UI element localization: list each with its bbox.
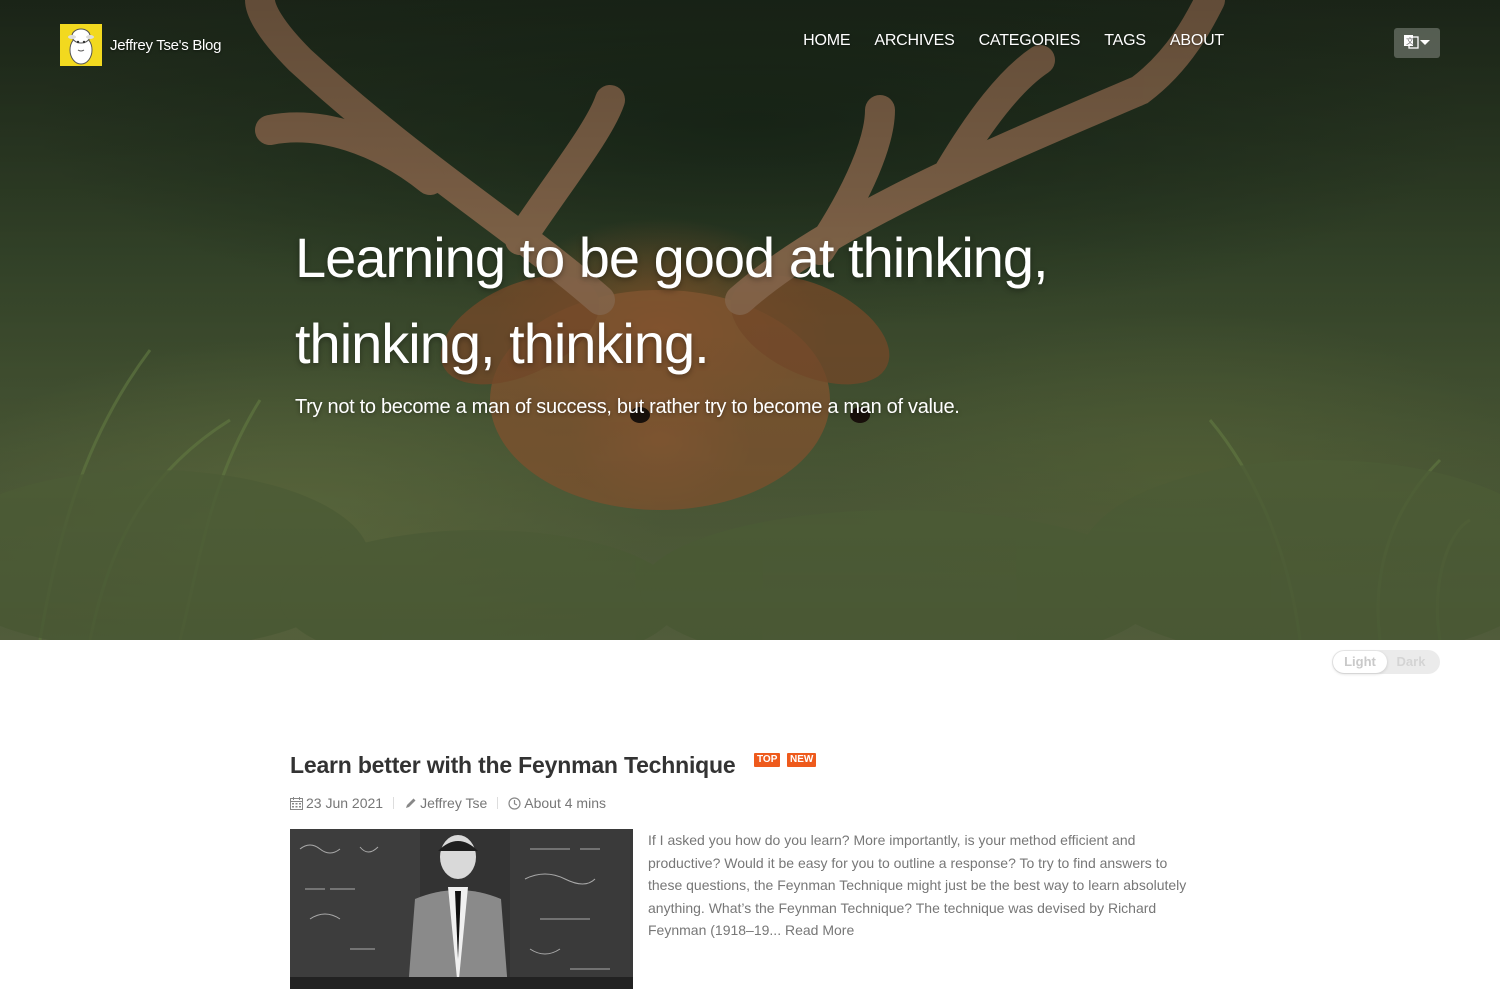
- post-excerpt-text: If I asked you how do you learn? More im…: [648, 832, 1187, 939]
- chevron-down-icon: [1419, 34, 1431, 52]
- sheep-logo-icon: [60, 24, 102, 66]
- pencil-icon: [406, 798, 416, 808]
- post-title-link[interactable]: Learn better with the Feynman Technique: [290, 752, 736, 779]
- post-date-text: 23 Jun 2021: [306, 795, 384, 811]
- language-dropdown-button[interactable]: 文: [1394, 28, 1440, 58]
- nav-home-link[interactable]: HOME: [803, 32, 850, 50]
- hero-title: Learning to be good at thinking, thinkin…: [295, 226, 1049, 375]
- clock-icon: [508, 796, 521, 810]
- brand-name: Jeffrey Tse's Blog: [110, 36, 222, 54]
- hero-subtitle: Try not to become a man of success, but …: [295, 396, 960, 418]
- meta-divider: [497, 797, 499, 809]
- post-thumbnail-image[interactable]: [290, 829, 633, 989]
- new-badge: NEW: [787, 753, 817, 767]
- read-more-link[interactable]: Read More: [785, 922, 854, 938]
- post-read-time-text: About 4 mins: [524, 795, 606, 811]
- theme-light-option[interactable]: Light: [1333, 651, 1387, 673]
- post-author: Jeffrey Tse: [404, 795, 487, 811]
- theme-dark-option[interactable]: Dark: [1384, 650, 1438, 674]
- top-badge: TOP: [754, 753, 781, 767]
- post-read-time: About 4 mins: [508, 795, 606, 811]
- meta-divider: [393, 797, 395, 809]
- top-navbar: Jeffrey Tse's Blog HOME ARCHIVES CATEGOR…: [0, 0, 1500, 88]
- nav-archives-link[interactable]: ARCHIVES: [874, 32, 954, 50]
- translate-icon: 文: [1403, 33, 1419, 54]
- brand-link[interactable]: Jeffrey Tse's Blog: [60, 24, 221, 66]
- nav-tags-link[interactable]: TAGS: [1104, 32, 1146, 50]
- post-date: 23 Jun 2021: [290, 795, 383, 811]
- nav-about-link[interactable]: ABOUT: [1170, 32, 1224, 50]
- post-meta: 23 Jun 2021 Jeffrey Tse About 4 mins: [290, 795, 606, 811]
- post-author-text: Jeffrey Tse: [420, 795, 488, 811]
- svg-text:文: 文: [1406, 36, 1414, 46]
- main-menu: HOME ARCHIVES CATEGORIES TAGS ABOUT: [779, 32, 1224, 50]
- post-excerpt: If I asked you how do you learn? More im…: [648, 829, 1188, 942]
- calendar-icon: [290, 796, 303, 810]
- nav-categories-link[interactable]: CATEGORIES: [979, 32, 1081, 50]
- theme-toggle[interactable]: Light Dark: [1332, 650, 1440, 674]
